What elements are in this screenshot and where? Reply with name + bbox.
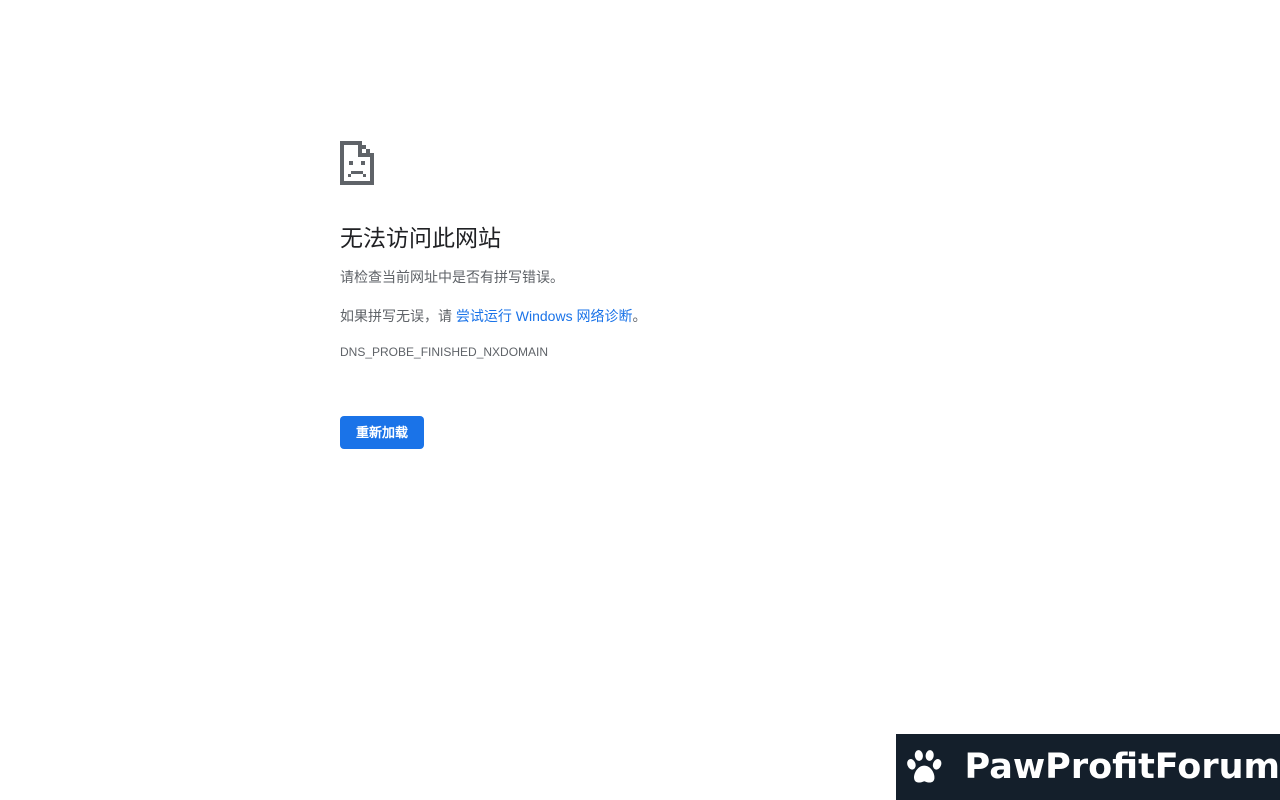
brand-name: PawProfitForum	[964, 747, 1280, 787]
error-content: 无法访问此网站 请检查当前网址中是否有拼写错误。 如果拼写无误，请 尝试运行 W…	[340, 141, 940, 449]
diagnostics-suffix: 。	[632, 308, 647, 324]
sad-page-icon	[340, 141, 374, 185]
paw-icon	[907, 750, 942, 783]
diagnostics-prefix: 如果拼写无误，请	[340, 308, 456, 324]
diagnostics-link[interactable]: 尝试运行 Windows 网络诊断	[456, 308, 633, 324]
reload-button[interactable]: 重新加载	[340, 416, 425, 449]
watermark-banner: PawProfitForum	[896, 734, 1280, 800]
page-title: 无法访问此网站	[340, 225, 501, 251]
spelling-hint: 请检查当前网址中是否有拼写错误。	[340, 269, 564, 285]
error-code: DNS_PROBE_FINISHED_NXDOMAIN	[340, 345, 549, 359]
error-page: 无法访问此网站 请检查当前网址中是否有拼写错误。 如果拼写无误，请 尝试运行 W…	[0, 0, 1280, 800]
diagnostics-hint: 如果拼写无误，请 尝试运行 Windows 网络诊断。	[340, 306, 940, 326]
